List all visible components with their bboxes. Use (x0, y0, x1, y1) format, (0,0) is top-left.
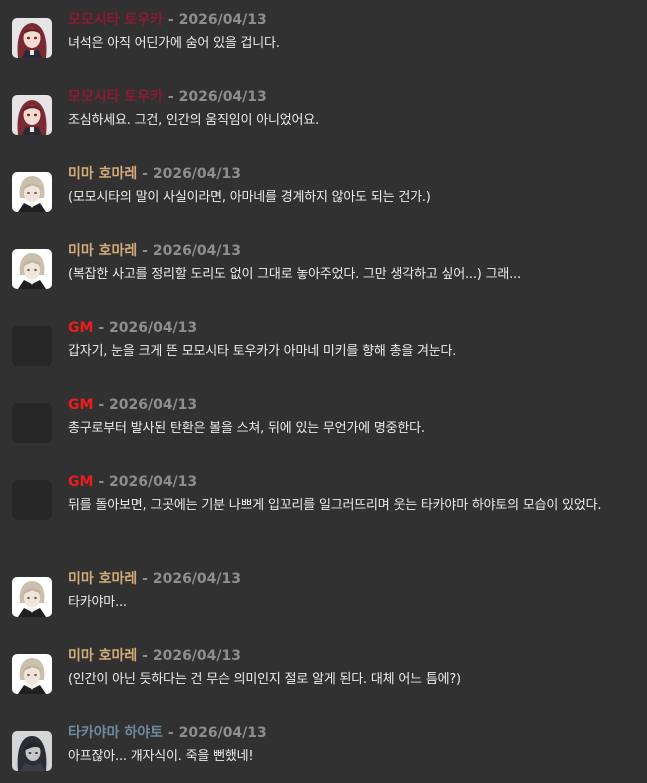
speaker-name: 모모시타 토우카 (68, 12, 164, 28)
message-text: 아프잖아... 개자식이. 죽을 뻔했네! (68, 749, 254, 764)
speaker-name: 모모시타 토우카 (68, 89, 164, 105)
message-text: 갑자기, 눈을 크게 뜬 모모시타 토우카가 아마네 미키를 향해 총을 겨눈다… (68, 344, 457, 359)
momoshita-touka-avatar-icon (12, 18, 52, 58)
message-date: 2026/04/13 (178, 89, 267, 105)
message-text: (인간이 아닌 듯하다는 건 무슨 의미인지 절로 알게 된다. 대체 어느 틈… (68, 672, 461, 687)
chat-message: GM - 2026/04/13 총구로부터 발사된 탄환은 볼을 스쳐, 뒤에 있… (12, 395, 637, 443)
mima-homare-avatar-icon (12, 654, 52, 694)
header-separator: - (167, 725, 174, 741)
message-header: GM - 2026/04/13 (68, 472, 637, 492)
speaker-name: GM (68, 474, 94, 490)
message-body: 모모시타 토우카 - 2026/04/13 조심하세요. 그건, 인간의 움직임이… (68, 87, 637, 135)
message-body: 타카야마 하야토 - 2026/04/13 아프잖아... 개자식이. 죽을 뻔했… (68, 723, 637, 771)
message-date: 2026/04/13 (152, 166, 241, 182)
message-date: 2026/04/13 (178, 12, 267, 28)
speaker-name: GM (68, 320, 94, 336)
message-header: GM - 2026/04/13 (68, 318, 637, 338)
message-text: (복잡한 사고를 정리할 도리도 없이 그대로 놓아주었다. 그만 생각하고 싶… (68, 267, 521, 282)
message-header: 미마 호마레 - 2026/04/13 (68, 241, 637, 261)
chat-log: 모모시타 토우카 - 2026/04/13 녀석은 아직 어딘가에 숨어 있을 겁… (0, 0, 647, 783)
message-date: 2026/04/13 (152, 243, 241, 259)
message-text: 뒤를 돌아보면, 그곳에는 기분 나쁘게 입꼬리를 일그러뜨리며 웃는 타카야마… (68, 498, 602, 513)
chat-message: 미마 호마레 - 2026/04/13 (인간이 아닌 듯하다는 건 무슨 의미인… (12, 646, 637, 694)
message-date: 2026/04/13 (109, 320, 198, 336)
header-separator: - (142, 243, 148, 259)
takayama-hayato-avatar-icon (12, 731, 52, 771)
message-body: 미마 호마레 - 2026/04/13 (인간이 아닌 듯하다는 건 무슨 의미인… (68, 646, 637, 694)
chat-message: 미마 호마레 - 2026/04/13 (복잡한 사고를 정리할 도리도 없이 그… (12, 241, 637, 289)
message-body: 미마 호마레 - 2026/04/13 타카야마... (68, 569, 637, 617)
chat-message: 타카야마 하야토 - 2026/04/13 아프잖아... 개자식이. 죽을 뻔했… (12, 723, 637, 771)
speaker-name: 미마 호마레 (68, 648, 138, 664)
message-body: 미마 호마레 - 2026/04/13 (모모시타의 말이 사실이라면, 아마네를… (68, 164, 637, 212)
blank-avatar-icon (12, 326, 52, 366)
message-header: 타카야마 하야토 - 2026/04/13 (68, 723, 637, 743)
message-body: GM - 2026/04/13 갑자기, 눈을 크게 뜬 모모시타 토우카가 아마… (68, 318, 637, 366)
blank-avatar-icon (12, 403, 52, 443)
header-separator: - (142, 166, 148, 182)
message-header: GM - 2026/04/13 (68, 395, 637, 415)
header-separator: - (167, 89, 174, 105)
message-header: 미마 호마레 - 2026/04/13 (68, 164, 637, 184)
chat-message: GM - 2026/04/13 갑자기, 눈을 크게 뜬 모모시타 토우카가 아마… (12, 318, 637, 366)
mima-homare-avatar-icon (12, 249, 52, 289)
speaker-name: GM (68, 397, 94, 413)
chat-message: 미마 호마레 - 2026/04/13 (모모시타의 말이 사실이라면, 아마네를… (12, 164, 637, 212)
speaker-name: 타카야마 하야토 (68, 725, 164, 741)
message-body: 모모시타 토우카 - 2026/04/13 녀석은 아직 어딘가에 숨어 있을 겁… (68, 10, 637, 58)
speaker-name: 미마 호마레 (68, 571, 138, 587)
mima-homare-avatar-icon (12, 577, 52, 617)
header-separator: - (142, 571, 148, 587)
header-separator: - (98, 474, 105, 490)
chat-message: 미마 호마레 - 2026/04/13 타카야마... (12, 569, 637, 617)
message-text: 녀석은 아직 어딘가에 숨어 있을 겁니다. (68, 36, 280, 51)
header-separator: - (98, 397, 105, 413)
message-header: 모모시타 토우카 - 2026/04/13 (68, 87, 637, 107)
message-date: 2026/04/13 (109, 397, 198, 413)
message-header: 미마 호마레 - 2026/04/13 (68, 569, 637, 589)
message-date: 2026/04/13 (178, 725, 267, 741)
header-separator: - (98, 320, 105, 336)
chat-message: GM - 2026/04/13 뒤를 돌아보면, 그곳에는 기분 나쁘게 입꼬리를… (12, 472, 637, 520)
message-text: (모모시타의 말이 사실이라면, 아마네를 경계하지 않아도 되는 건가.) (68, 190, 431, 205)
message-text: 조심하세요. 그건, 인간의 움직임이 아니었어요. (68, 113, 319, 128)
message-body: GM - 2026/04/13 총구로부터 발사된 탄환은 볼을 스쳐, 뒤에 있… (68, 395, 637, 443)
message-date: 2026/04/13 (152, 571, 241, 587)
message-header: 모모시타 토우카 - 2026/04/13 (68, 10, 637, 30)
message-body: GM - 2026/04/13 뒤를 돌아보면, 그곳에는 기분 나쁘게 입꼬리를… (68, 472, 637, 520)
speaker-name: 미마 호마레 (68, 243, 138, 259)
message-date: 2026/04/13 (152, 648, 241, 664)
message-date: 2026/04/13 (109, 474, 198, 490)
message-text: 타카야마... (68, 595, 127, 610)
header-separator: - (142, 648, 148, 664)
mima-homare-avatar-icon (12, 172, 52, 212)
blank-avatar-icon (12, 480, 52, 520)
momoshita-touka-avatar-icon (12, 95, 52, 135)
chat-message: 모모시타 토우카 - 2026/04/13 조심하세요. 그건, 인간의 움직임이… (12, 87, 637, 135)
message-header: 미마 호마레 - 2026/04/13 (68, 646, 637, 666)
header-separator: - (167, 12, 174, 28)
message-text: 총구로부터 발사된 탄환은 볼을 스쳐, 뒤에 있는 무언가에 명중한다. (68, 421, 425, 436)
speaker-name: 미마 호마레 (68, 166, 138, 182)
message-body: 미마 호마레 - 2026/04/13 (복잡한 사고를 정리할 도리도 없이 그… (68, 241, 637, 289)
chat-message: 모모시타 토우카 - 2026/04/13 녀석은 아직 어딘가에 숨어 있을 겁… (12, 10, 637, 58)
